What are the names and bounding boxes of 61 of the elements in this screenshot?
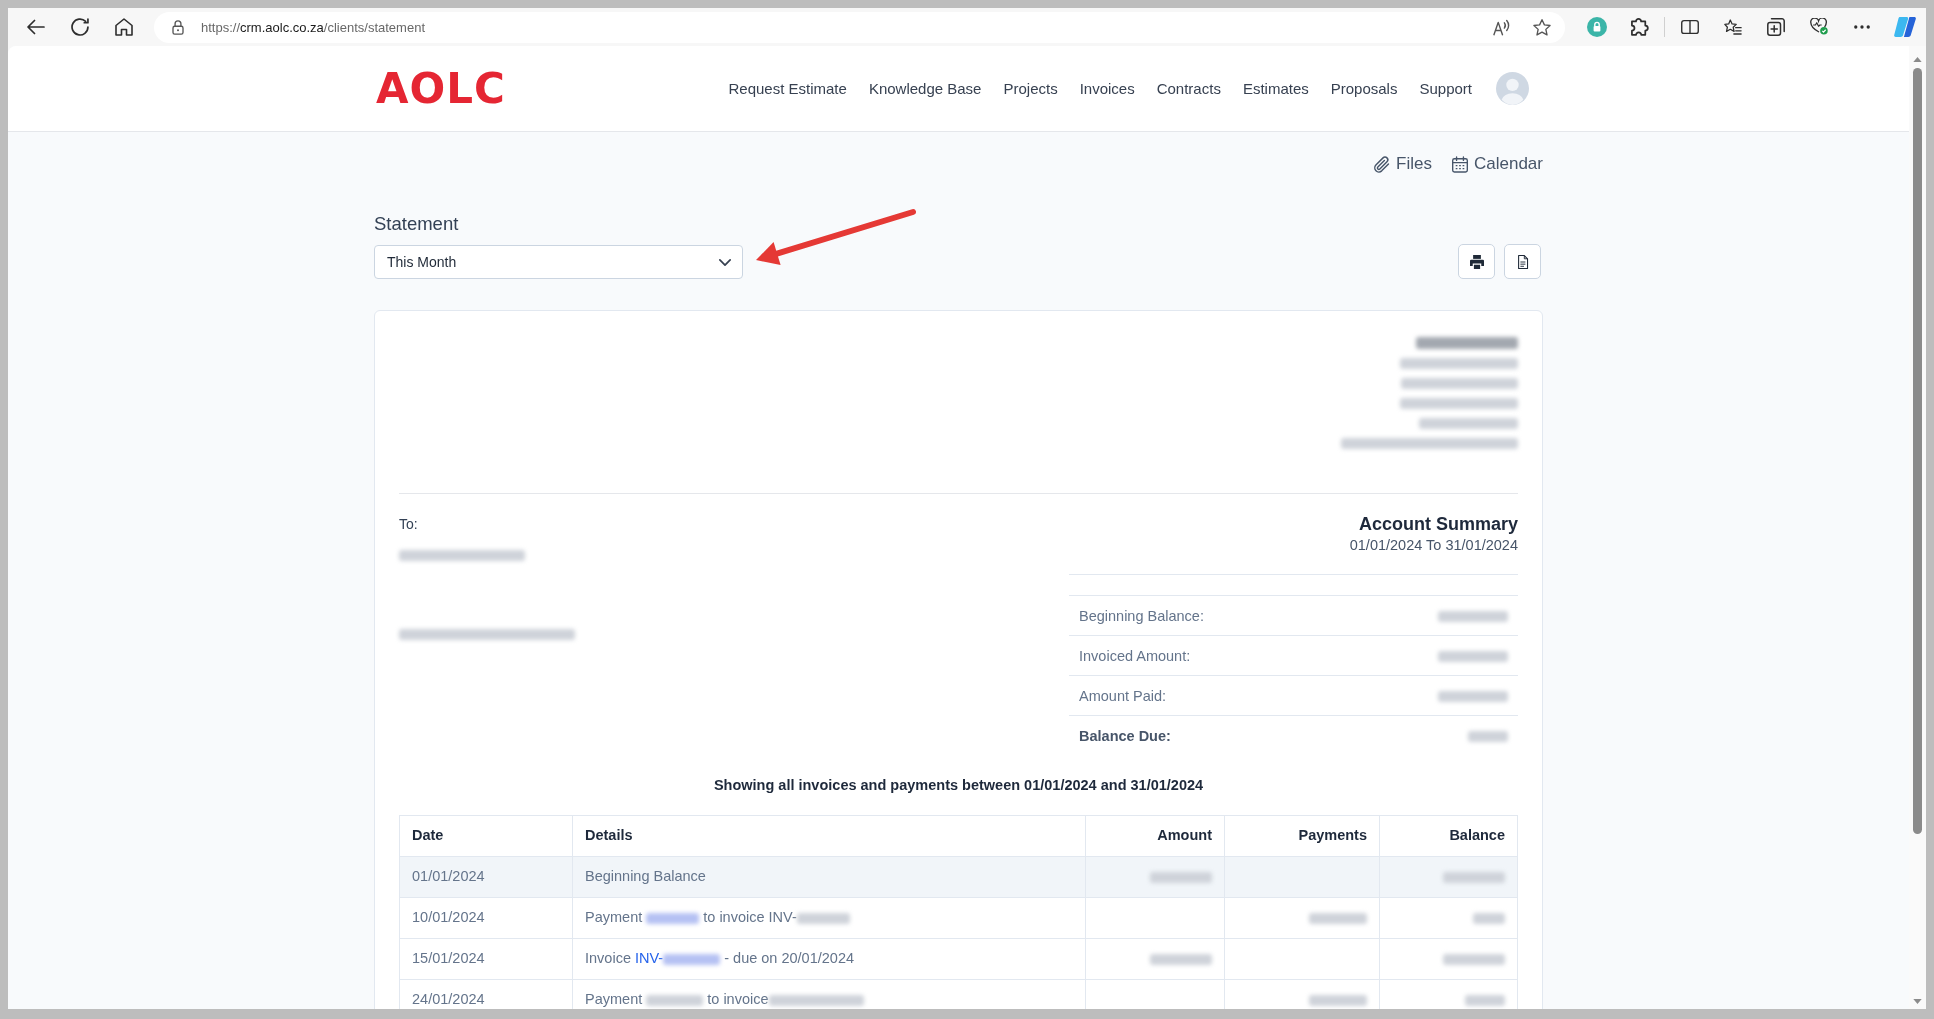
column-header: Details bbox=[572, 815, 1086, 856]
lock-icon[interactable] bbox=[172, 19, 184, 35]
table-cell: Invoice INV- - due on 20/01/2024 bbox=[572, 938, 1086, 979]
logo[interactable]: AOLC bbox=[376, 67, 506, 110]
table-cell: Beginning Balance bbox=[572, 856, 1086, 897]
summary-period: 01/01/2024 To 31/01/2024 bbox=[1348, 536, 1518, 554]
collections-icon[interactable] bbox=[1766, 18, 1785, 36]
summary-label: Amount Paid: bbox=[1069, 675, 1346, 716]
files-link[interactable]: Files bbox=[1374, 154, 1432, 174]
table-cell: Payment to invoice INV- bbox=[572, 897, 1086, 938]
document-icon bbox=[1515, 254, 1530, 269]
scroll-down-icon[interactable] bbox=[1913, 999, 1922, 1004]
export-button[interactable] bbox=[1504, 244, 1541, 279]
home-icon[interactable] bbox=[115, 18, 133, 36]
nav-link[interactable]: Proposals bbox=[1330, 80, 1398, 97]
scroll-up-icon[interactable] bbox=[1913, 57, 1922, 62]
nav-link[interactable]: Knowledge Base bbox=[868, 80, 982, 97]
more-icon[interactable] bbox=[1853, 25, 1870, 29]
address-bar[interactable]: https://crm.aolc.co.za/clients/statement bbox=[154, 11, 1565, 43]
print-button[interactable] bbox=[1458, 244, 1495, 279]
puzzle-icon[interactable] bbox=[1630, 18, 1649, 36]
calendar-icon bbox=[1452, 155, 1468, 173]
recipient-label: To: bbox=[399, 515, 419, 534]
refresh-icon[interactable] bbox=[71, 18, 89, 36]
column-header: Date bbox=[399, 815, 573, 856]
nav-link[interactable]: Request Estimate bbox=[728, 80, 847, 97]
star-icon[interactable] bbox=[1533, 18, 1551, 36]
table-cell: 15/01/2024 bbox=[399, 938, 573, 979]
table-cell: 10/01/2024 bbox=[399, 897, 573, 938]
period-select[interactable]: This Month bbox=[374, 245, 743, 279]
scrollbar-thumb[interactable] bbox=[1913, 68, 1922, 834]
summary-label: Invoiced Amount: bbox=[1069, 635, 1346, 676]
favorites-icon[interactable] bbox=[1723, 18, 1742, 36]
ribbon-logo-icon[interactable] bbox=[1893, 17, 1916, 37]
nav-link[interactable]: Projects bbox=[1003, 80, 1058, 97]
printer-icon bbox=[1469, 254, 1484, 269]
heart-check-icon[interactable] bbox=[1809, 18, 1828, 36]
column-header: Balance bbox=[1379, 815, 1518, 856]
nav-link[interactable]: Support bbox=[1419, 80, 1472, 97]
invoice-link[interactable]: INV- bbox=[635, 950, 664, 966]
read-aloud-icon[interactable] bbox=[1493, 18, 1511, 36]
nav-link[interactable]: Estimates bbox=[1242, 80, 1309, 97]
summary-title: Account Summary bbox=[1357, 513, 1518, 536]
nav-link[interactable]: Contracts bbox=[1156, 80, 1221, 97]
column-header: Payments bbox=[1224, 815, 1380, 856]
table-caption: Showing all invoices and payments between 01/01/2024 and 31/01/2024 bbox=[712, 775, 1205, 795]
url-text: https://crm.aolc.co.za/clients/statement bbox=[201, 19, 425, 35]
table-cell: 24/01/2024 bbox=[399, 979, 573, 1009]
split-screen-icon[interactable] bbox=[1680, 18, 1699, 36]
blurred-text bbox=[796, 912, 850, 924]
paperclip-icon bbox=[1374, 155, 1391, 173]
calendar-link[interactable]: Calendar bbox=[1452, 154, 1543, 174]
column-header: Amount bbox=[1085, 815, 1225, 856]
back-icon[interactable] bbox=[27, 18, 45, 36]
nav-link[interactable]: Invoices bbox=[1079, 80, 1135, 97]
section-title: Statement bbox=[374, 212, 460, 236]
blurred-text bbox=[646, 994, 704, 1006]
summary-label: Balance Due: bbox=[1069, 715, 1346, 756]
chevron-down-icon bbox=[719, 258, 731, 266]
table-cell: 01/01/2024 bbox=[399, 856, 573, 897]
summary-label: Beginning Balance: bbox=[1069, 595, 1346, 636]
